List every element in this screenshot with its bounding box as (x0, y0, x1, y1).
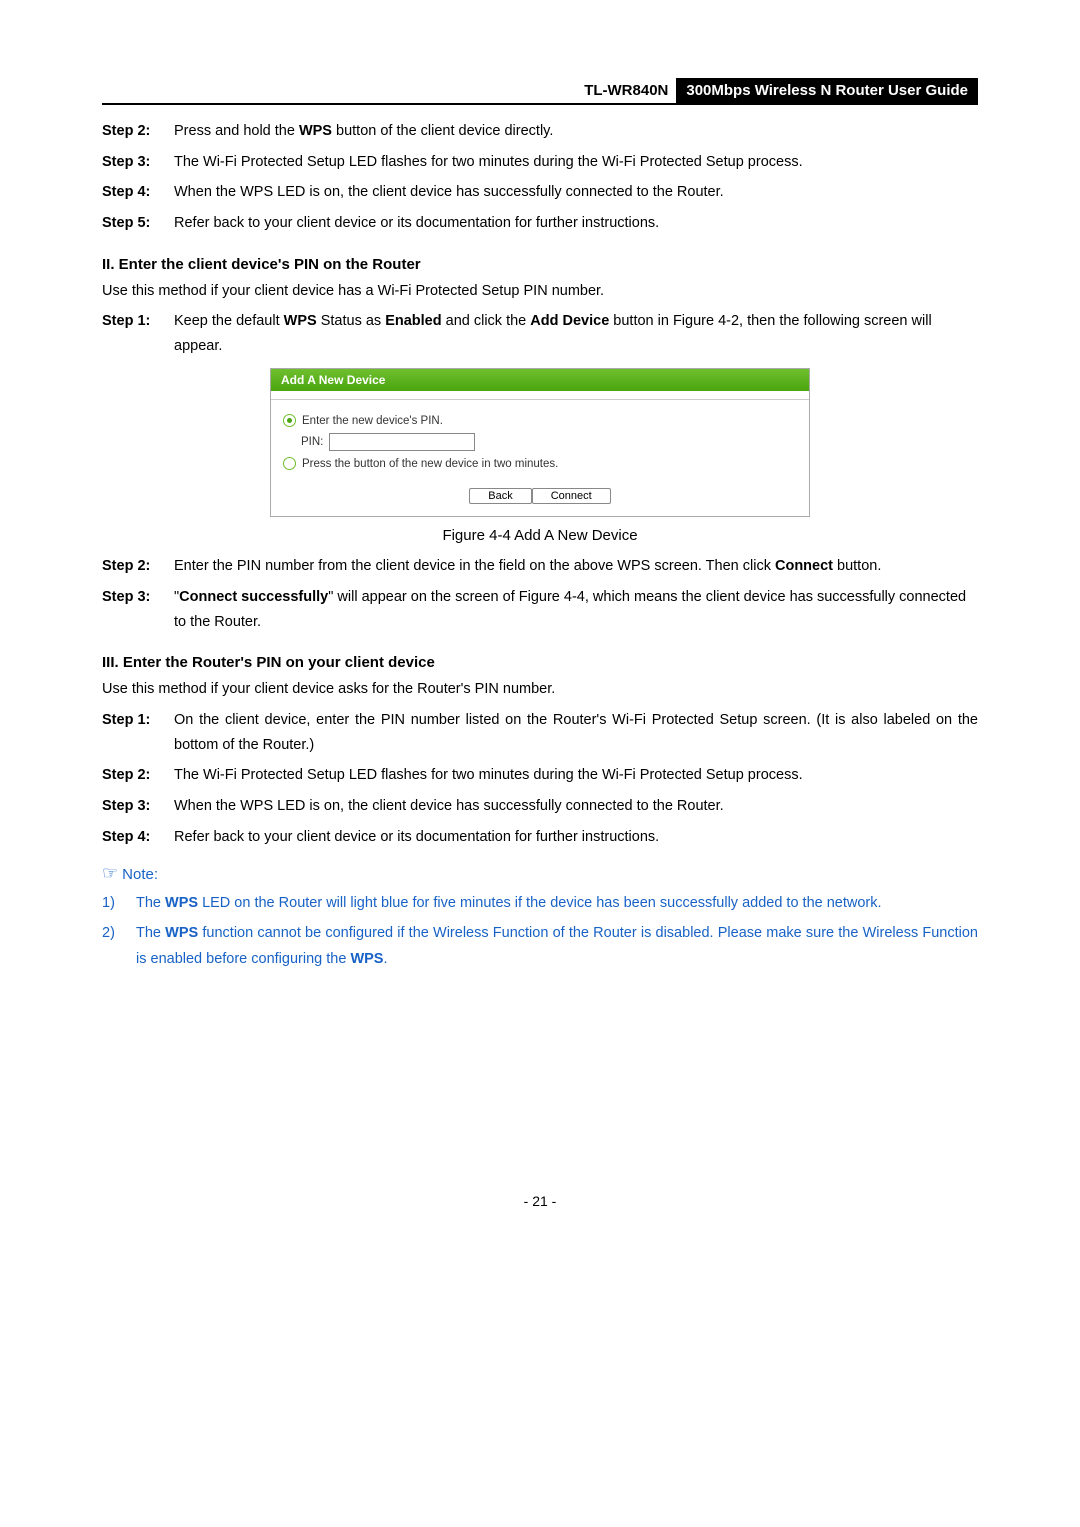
text: The (136, 925, 165, 941)
section-heading: III. Enter the Router's PIN on your clie… (102, 654, 978, 671)
step-body: When the WPS LED is on, the client devic… (174, 794, 978, 819)
text: and click the (442, 313, 531, 329)
header-title: 300Mbps Wireless N Router User Guide (676, 78, 978, 103)
step-row: Step 4: When the WPS LED is on, the clie… (102, 180, 978, 205)
radio-icon (283, 414, 296, 427)
step-label: Step 1: (102, 309, 174, 358)
panel-title: Add A New Device (271, 369, 809, 391)
page-header: TL-WR840N 300Mbps Wireless N Router User… (102, 78, 978, 105)
bold: Enabled (385, 313, 441, 329)
note-body: The WPS LED on the Router will light blu… (136, 890, 978, 916)
note-heading: ☞Note: (102, 863, 978, 884)
step-row: Step 2: Press and hold the WPS button of… (102, 119, 978, 144)
text: Status as (317, 313, 386, 329)
text: function cannot be configured if the Wir… (136, 925, 978, 967)
section-heading: II. Enter the client device's PIN on the… (102, 256, 978, 273)
bold: Add Device (530, 313, 609, 329)
note-item: 1) The WPS LED on the Router will light … (102, 890, 978, 916)
bold: WPS (165, 925, 198, 941)
page-number: - 21 - (102, 1193, 978, 1209)
step-label: Step 2: (102, 763, 174, 788)
note-label: Note: (122, 866, 158, 883)
step-label: Step 4: (102, 825, 174, 850)
radio-icon (283, 457, 296, 470)
step-body: Refer back to your client device or its … (174, 825, 978, 850)
radio-option-enter-pin[interactable]: Enter the new device's PIN. (283, 414, 797, 427)
step-row: Step 2: Enter the PIN number from the cl… (102, 554, 978, 579)
note-number: 2) (102, 920, 136, 972)
step-row: Step 1: Keep the default WPS Status as E… (102, 309, 978, 358)
note-body: The WPS function cannot be configured if… (136, 920, 978, 972)
bold: WPS (299, 123, 332, 139)
pin-label: PIN: (301, 436, 323, 448)
pointing-hand-icon: ☞ (102, 863, 118, 883)
text: . (383, 951, 387, 967)
pin-row: PIN: (301, 433, 797, 451)
step-label: Step 1: (102, 708, 174, 757)
panel-button-row: BackConnect (283, 488, 797, 504)
text: Keep the default (174, 313, 284, 329)
step-body: When the WPS LED is on, the client devic… (174, 180, 978, 205)
radio-label: Press the button of the new device in tw… (302, 458, 558, 470)
text: button. (833, 558, 881, 574)
text: The (136, 895, 165, 911)
note-item: 2) The WPS function cannot be configured… (102, 920, 978, 972)
step-label: Step 3: (102, 585, 174, 634)
step-body: Enter the PIN number from the client dev… (174, 554, 978, 579)
paragraph: Use this method if your client device as… (102, 677, 978, 702)
bold: WPS (350, 951, 383, 967)
text: LED on the Router will light blue for fi… (198, 895, 881, 911)
step-label: Step 2: (102, 119, 174, 144)
figure: Add A New Device Enter the new device's … (270, 368, 810, 517)
step-body: The Wi-Fi Protected Setup LED flashes fo… (174, 763, 978, 788)
step-label: Step 5: (102, 211, 174, 236)
step-body: Refer back to your client device or its … (174, 211, 978, 236)
paragraph: Use this method if your client device ha… (102, 279, 978, 304)
step-body: "Connect successfully" will appear on th… (174, 585, 978, 634)
step-row: Step 3: The Wi-Fi Protected Setup LED fl… (102, 150, 978, 175)
step-row: Step 3: When the WPS LED is on, the clie… (102, 794, 978, 819)
step-body: Press and hold the WPS button of the cli… (174, 119, 978, 144)
bold: WPS (165, 895, 198, 911)
back-button[interactable]: Back (469, 488, 531, 504)
step-row: Step 4: Refer back to your client device… (102, 825, 978, 850)
connect-button[interactable]: Connect (532, 488, 611, 504)
add-device-panel: Add A New Device Enter the new device's … (270, 368, 810, 517)
radio-label: Enter the new device's PIN. (302, 415, 443, 427)
step-row: Step 5: Refer back to your client device… (102, 211, 978, 236)
text: Press and hold the (174, 123, 299, 139)
text: button of the client device directly. (332, 123, 553, 139)
step-label: Step 4: (102, 180, 174, 205)
figure-caption: Figure 4-4 Add A New Device (102, 527, 978, 544)
text: Enter the PIN number from the client dev… (174, 558, 775, 574)
step-row: Step 2: The Wi-Fi Protected Setup LED fl… (102, 763, 978, 788)
step-row: Step 3: "Connect successfully" will appe… (102, 585, 978, 634)
page: TL-WR840N 300Mbps Wireless N Router User… (0, 0, 1080, 1249)
bold: Connect successfully (179, 589, 328, 605)
bold: WPS (284, 313, 317, 329)
note-number: 1) (102, 890, 136, 916)
panel-body: Enter the new device's PIN. PIN: Press t… (271, 399, 809, 516)
pin-input[interactable] (329, 433, 475, 451)
step-row: Step 1: On the client device, enter the … (102, 708, 978, 757)
step-body: Keep the default WPS Status as Enabled a… (174, 309, 978, 358)
radio-option-press-button[interactable]: Press the button of the new device in tw… (283, 457, 797, 470)
step-body: On the client device, enter the PIN numb… (174, 708, 978, 757)
step-label: Step 3: (102, 794, 174, 819)
step-label: Step 3: (102, 150, 174, 175)
step-body: The Wi-Fi Protected Setup LED flashes fo… (174, 150, 978, 175)
header-model: TL-WR840N (576, 78, 676, 103)
step-label: Step 2: (102, 554, 174, 579)
bold: Connect (775, 558, 833, 574)
